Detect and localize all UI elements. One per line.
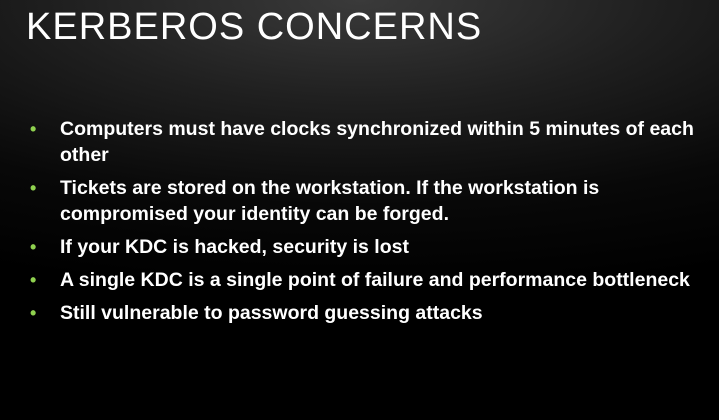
slide: KERBEROS CONCERNS • Computers must have … — [0, 0, 719, 420]
bullet-dot-icon: • — [30, 119, 37, 139]
bullet-text: If your KDC is hacked, security is lost — [60, 236, 409, 258]
bullet-dot-icon: • — [30, 303, 37, 323]
bullet-dot-icon: • — [30, 178, 37, 198]
bullet-item: • Still vulnerable to password guessing … — [30, 300, 700, 326]
bullet-text: Computers must have clocks synchronized … — [60, 118, 694, 166]
bullet-text: A single KDC is a single point of failur… — [60, 269, 690, 291]
slide-title: KERBEROS CONCERNS — [26, 6, 483, 48]
bullet-item: • Tickets are stored on the workstation.… — [30, 175, 700, 227]
bullet-dot-icon: • — [30, 237, 37, 257]
bullet-text: Tickets are stored on the workstation. I… — [60, 177, 600, 225]
bullet-list: • Computers must have clocks synchronize… — [30, 116, 700, 333]
bullet-text: Still vulnerable to password guessing at… — [60, 302, 483, 324]
bullet-item: • If your KDC is hacked, security is los… — [30, 234, 700, 260]
bullet-item: • A single KDC is a single point of fail… — [30, 267, 700, 293]
bullet-dot-icon: • — [30, 270, 37, 290]
bullet-item: • Computers must have clocks synchronize… — [30, 116, 700, 168]
